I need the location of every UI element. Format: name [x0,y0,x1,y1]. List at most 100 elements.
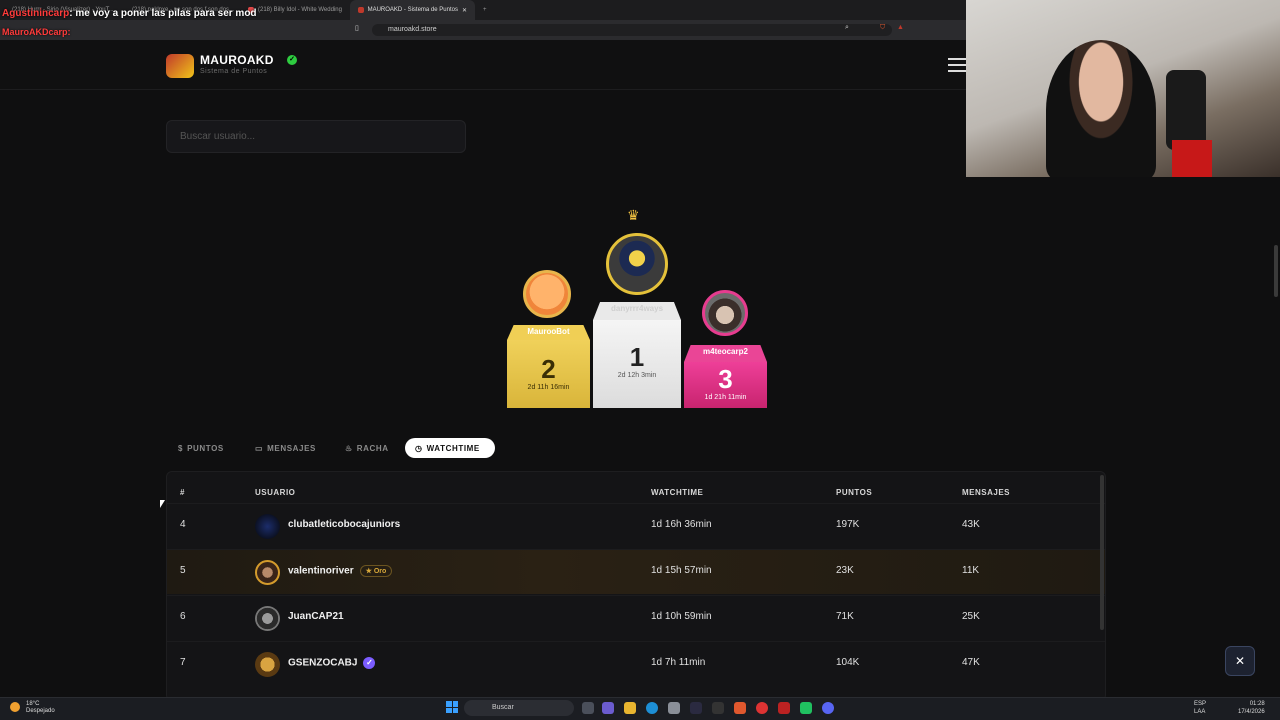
brave-icon[interactable] [734,702,746,714]
chat-text: me voy a poner las pilas para ser mod [75,8,257,19]
notepad-icon[interactable] [668,702,680,714]
tab-label: PUNTOS [187,443,224,453]
tab-mensajes[interactable]: ▭ MENSAJES [245,438,326,458]
zoom-icon[interactable]: ⌕ [845,24,849,32]
avatar-third[interactable] [702,290,748,336]
status-badge: ★ Oro [359,565,393,577]
row-watchtime: 1d 7h 11min [651,657,706,668]
row-puntos: 71K [836,611,854,622]
app-icon[interactable] [712,702,724,714]
row-watchtime: 1d 15h 57min [651,565,712,576]
username: GSENZOCABJ [288,657,358,669]
leaderboard-table: # USUARIO WATCHTIME PUNTOS MENSAJES 4 cl… [166,471,1106,701]
podium-name-third[interactable]: m4teocarp2 [684,347,767,356]
podium-time: 2d 11h 16min [527,384,570,391]
windows-taskbar [0,697,1280,720]
url-field[interactable]: mauroakd.store [372,24,892,36]
avatar-first[interactable] [606,233,668,295]
row-mensajes: 43K [962,519,980,530]
windows-start-icon[interactable] [446,701,458,713]
header-rank: # [180,488,185,497]
brand-title: MAUROAKD [200,53,274,67]
row-user[interactable]: clubatleticobocajuniors [288,519,400,530]
app-icon[interactable] [756,702,768,714]
edge-icon[interactable] [646,702,658,714]
app-icon[interactable] [778,702,790,714]
crown-icon: ♛ [627,207,640,223]
table-row-highlighted[interactable]: 5 valentinoriver ★ Oro 1d 15h 57min 23K 1… [167,549,1105,594]
file-explorer-icon[interactable] [624,702,636,714]
verified-icon: ✓ [287,55,297,65]
browser-address-bar: ▯ mauroakd.store ⌕ ⛉ ▲ [0,20,966,40]
podium-block-first: 1 2d 12h 3min [593,320,681,408]
weather-text: Despejado [26,708,55,714]
app-icon[interactable] [800,702,812,714]
clock-icon: ◷ [415,443,423,453]
close-icon[interactable]: ✕ [462,7,467,14]
page-scrollbar[interactable] [1274,245,1278,297]
podium-rank: 1 [629,342,645,372]
header-watchtime[interactable]: WATCHTIME [651,488,703,497]
microphone-video [1166,70,1206,150]
row-puntos: 104K [836,657,860,668]
chair-video [1172,140,1212,177]
clock-time: 01:28 [1249,701,1265,707]
tab-label: WATCHTIME [426,443,480,453]
row-mensajes: 25K [962,611,980,622]
bookmark-icon[interactable]: ▯ [355,24,359,32]
browser-tab-active[interactable]: MAUROAKD - Sistema de Puntos ✕ [350,0,475,20]
podium-block-second: 2 2d 11h 16min [507,340,590,408]
menu-icon[interactable] [948,58,966,72]
site-header [0,40,966,90]
table-row[interactable]: 7 GSENZOCABJ ✓ 1d 7h 11min 104K 47K [167,641,1105,686]
table-row[interactable]: 4 clubatleticobocajuniors 1d 16h 36min 1… [167,503,1105,548]
mouse-cursor-icon [160,500,165,508]
app-icon[interactable] [690,702,702,714]
table-row[interactable]: 6 JuanCAP21 1d 10h 59min 71K 25K [167,595,1105,640]
row-rank: 4 [180,519,186,530]
tab-racha[interactable]: ♨ RACHA [335,438,399,458]
avatar-second[interactable] [523,270,571,318]
tab-label: RACHA [356,443,389,453]
new-tab-button[interactable]: + [475,0,495,20]
system-clock[interactable]: 01:28 17/4/2026 [1238,700,1265,716]
weather-widget[interactable]: 18°C Despejado [26,701,55,715]
podium-time: 2d 12h 3min [617,372,657,379]
chat-message: MauroAKDcarp: [2,27,71,37]
site-logo[interactable] [166,54,194,78]
header-puntos[interactable]: PUNTOS [836,488,872,497]
tab-label: (218) Billy Idol - White Wedding [258,7,342,13]
row-user[interactable]: JuanCAP21 [288,611,344,622]
podium-name-first[interactable]: danyrrr4ways [593,304,681,313]
search-input[interactable] [166,120,466,153]
row-mensajes: 11K [962,565,980,576]
tab-puntos[interactable]: $ PUNTOS [168,438,234,458]
row-rank: 5 [180,565,186,576]
podium-rank: 3 [718,364,733,394]
avatar [255,652,280,677]
streamer-video [1046,40,1156,177]
mute-icon[interactable]: ✕ [1225,646,1255,676]
dollar-icon: $ [178,443,184,453]
podium-rank: 2 [541,354,556,384]
podium-name-second[interactable]: MaurooBot [507,327,590,336]
brave-shield-icon[interactable]: ⛉ [880,24,885,32]
tab-watchtime[interactable]: ◷ WATCHTIME [405,438,495,458]
app-icon[interactable] [602,702,614,714]
weather-icon[interactable] [10,702,20,712]
flame-icon: ♨ [345,443,353,453]
table-scrollbar[interactable] [1100,475,1104,630]
tab-label: MAUROAKD - Sistema de Puntos [367,7,458,13]
header-mensajes[interactable]: MENSAJES [962,488,1010,497]
row-mensajes: 47K [962,657,980,668]
clock-date: 17/4/2026 [1238,709,1265,715]
taskbar-search[interactable]: Buscar [464,700,574,716]
avatar [255,606,280,631]
rewards-icon[interactable]: ▲ [897,24,904,31]
row-rank: 7 [180,657,186,668]
task-view-icon[interactable] [582,702,594,714]
language-indicator[interactable]: ESP LAA [1194,700,1206,716]
row-user[interactable]: valentinoriver ★ Oro [288,565,393,577]
discord-icon[interactable] [822,702,834,714]
row-user[interactable]: GSENZOCABJ ✓ [288,657,376,669]
